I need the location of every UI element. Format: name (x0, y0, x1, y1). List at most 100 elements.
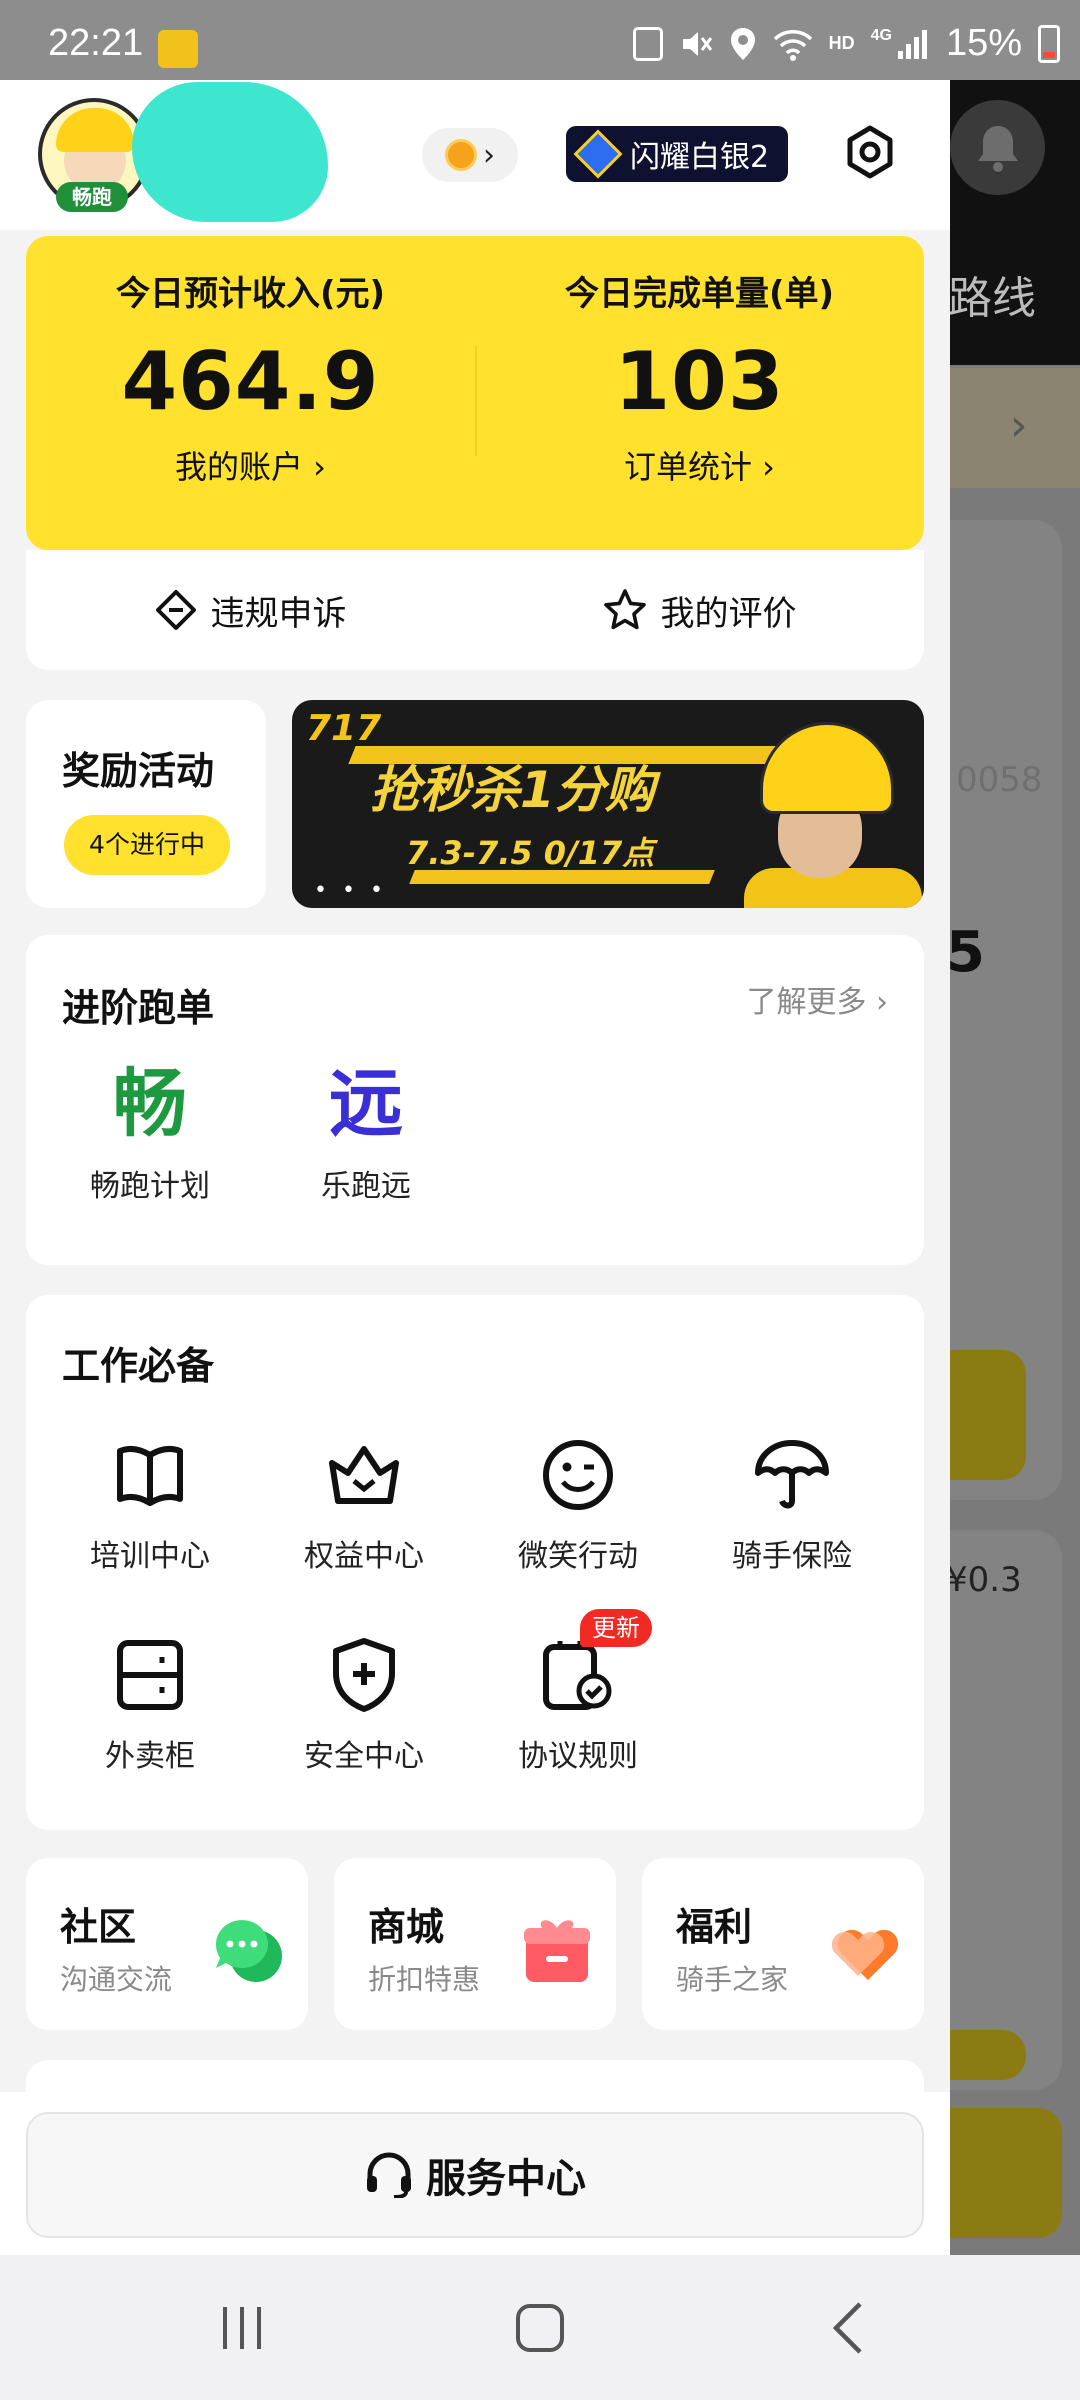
recent-apps-button[interactable] (142, 2255, 342, 2400)
battery-icon (1038, 24, 1060, 63)
heart-icon (828, 1914, 902, 1986)
income-label: 今日预计收入(元) (115, 274, 386, 314)
earnings-card: 今日预计收入(元) 464.9 我的账户 › 今日完成单量(单) 103 订单统… (26, 236, 924, 550)
lepaoyuan-icon: 远 (329, 1061, 403, 1147)
tool-label: 权益中心 (304, 1539, 424, 1574)
network-label: 4G (870, 26, 892, 44)
community-card[interactable]: 社区 沟通交流 (26, 1858, 308, 2030)
headset-icon (367, 2152, 411, 2198)
tool-rider-insurance[interactable]: 骑手保险 (702, 1435, 882, 1575)
rank-badge[interactable]: 闪耀白银2 (566, 126, 788, 182)
reward-status-pill: 4个进行中 (64, 815, 230, 875)
appeal-icon (155, 590, 196, 630)
service-center-button[interactable]: 服务中心 (26, 2112, 924, 2238)
bell-icon (950, 100, 1045, 195)
mini-card-subtitle: 骑手之家 (676, 1963, 789, 1996)
work-essentials-title: 工作必备 (62, 1344, 215, 1388)
promo-banner[interactable]: 717 抢秒杀1分购 7.3-7.5 0/17点 • • • (292, 700, 924, 908)
tool-label: 外卖柜 (105, 1739, 195, 1774)
tool-benefits-center[interactable]: 权益中心 (274, 1435, 454, 1575)
side-drawer: 畅跑 › 闪耀白银2 今日预计收入(元) 464.9 我的账户 › 今日完成单量… (0, 80, 950, 2255)
advanced-item-changpao[interactable]: 畅 畅跑计划 (60, 1059, 240, 1205)
home-icon (516, 2303, 564, 2352)
rank-star-icon (573, 129, 623, 179)
shield-icon (324, 1635, 404, 1715)
tool-agreements[interactable]: 更新 协议规则 (488, 1609, 668, 1775)
battery-percent: 15% (945, 22, 1022, 64)
appeal-button[interactable]: 违规申诉 (26, 550, 475, 670)
background-yellow-button (950, 1350, 1026, 1480)
reward-title: 奖励活动 (62, 749, 215, 793)
advanced-section: 进阶跑单 了解更多 › 畅 畅跑计划 远 乐跑远 (26, 935, 924, 1265)
banner-subtitle: 7.3-7.5 0/17点 (406, 834, 655, 872)
advanced-item-label: 乐跑远 (321, 1169, 411, 1204)
reward-activities-card[interactable]: 奖励活动 4个进行中 (26, 700, 266, 908)
tool-label: 安全中心 (304, 1739, 424, 1774)
tool-training-center[interactable]: 培训中心 (60, 1435, 240, 1575)
gear-icon (847, 125, 893, 179)
background-yellow-button-2 (950, 2030, 1026, 2080)
update-badge: 更新 (580, 1609, 652, 1647)
orders-link[interactable]: 订单统计 › (475, 442, 924, 488)
quick-actions-row: 违规申诉 我的评价 (26, 550, 924, 670)
banner-title: 抢秒杀1分购 (370, 761, 655, 819)
learn-more-link[interactable]: 了解更多 › (746, 977, 888, 1021)
tool-safety-center[interactable]: 安全中心 (274, 1635, 454, 1775)
income-stat[interactable]: 今日预计收入(元) 464.9 我的账户 › (26, 266, 475, 488)
star-icon (603, 589, 646, 630)
location-icon (730, 27, 755, 60)
background-big-text: 5 (946, 920, 985, 985)
mini-card-title: 商城 (368, 1905, 445, 1949)
profile-header: 畅跑 › 闪耀白银2 (0, 80, 950, 230)
medal-button[interactable]: › (422, 128, 518, 182)
reviews-button[interactable]: 我的评价 (475, 550, 924, 670)
hd-label: HD (828, 33, 855, 53)
crown-icon (324, 1435, 404, 1515)
book-icon (110, 1435, 190, 1515)
settings-button[interactable] (842, 124, 898, 180)
tool-delivery-locker[interactable]: 外卖柜 (60, 1635, 240, 1775)
advanced-item-lepaoyuan[interactable]: 远 乐跑远 (276, 1059, 456, 1205)
reviews-label: 我的评价 (660, 593, 797, 634)
status-time: 22:21 (48, 22, 144, 64)
banner-pager-dots: • • • (314, 878, 387, 903)
service-footer: 服务中心 (0, 2092, 950, 2255)
recent-apps-icon (223, 2306, 261, 2349)
banner-rider-helmet (760, 722, 894, 814)
agreement-icon: 更新 (538, 1609, 652, 1715)
orders-label: 今日完成单量(单) (564, 274, 835, 314)
banner-tag: 717 (306, 708, 382, 749)
service-center-label: 服务中心 (426, 2156, 586, 2202)
advanced-title: 进阶跑单 (62, 986, 215, 1030)
orders-value: 103 (614, 335, 785, 428)
wifi-icon (773, 29, 812, 61)
background-route-label: 路线 (948, 273, 1036, 324)
background-order-card-2 (950, 1530, 1062, 2090)
tool-smile-action[interactable]: 微笑行动 (488, 1435, 668, 1575)
redacted-name-blob (132, 82, 328, 222)
mini-card-subtitle: 折扣特惠 (368, 1963, 481, 1996)
advanced-item-label: 畅跑计划 (90, 1169, 210, 1204)
account-link[interactable]: 我的账户 › (26, 442, 475, 488)
back-button[interactable] (748, 2255, 948, 2400)
background-price: ¥0.3 (946, 1560, 1022, 1600)
system-nav-bar (0, 2255, 1080, 2400)
background-yellow-button-3 (950, 2108, 1062, 2238)
nfc-icon (632, 26, 663, 61)
status-bar: 22:21 HD 4G 15% (0, 0, 1080, 80)
tool-label: 培训中心 (90, 1539, 210, 1574)
appeal-label: 违规申诉 (210, 593, 347, 634)
gift-box-icon (520, 1914, 594, 1986)
tool-label: 协议规则 (518, 1739, 638, 1774)
medal-icon (445, 139, 477, 171)
orders-stat[interactable]: 今日完成单量(单) 103 订单统计 › (475, 266, 924, 488)
mute-icon (682, 31, 712, 56)
mall-card[interactable]: 商城 折扣特惠 (334, 1858, 616, 2030)
chevron-right-icon: › (1010, 400, 1028, 451)
changpao-icon: 畅 (113, 1061, 187, 1147)
home-button[interactable] (440, 2255, 640, 2400)
benefits-card[interactable]: 福利 骑手之家 (642, 1858, 924, 2030)
tool-label: 骑手保险 (732, 1539, 852, 1574)
mini-card-title: 福利 (676, 1905, 753, 1949)
mini-card-subtitle: 沟通交流 (60, 1963, 173, 1996)
